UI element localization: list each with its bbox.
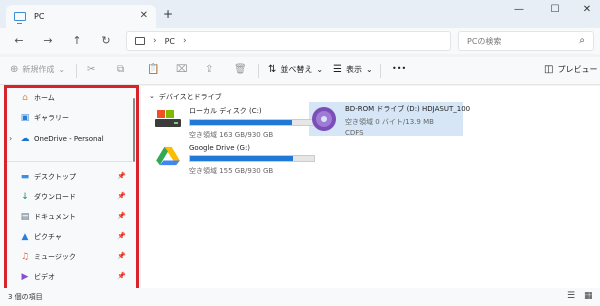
divider bbox=[76, 64, 77, 78]
group-header-devices[interactable]: ⌄ デバイスとドライブ bbox=[149, 92, 222, 102]
hard-disk-icon bbox=[155, 110, 181, 127]
new-button[interactable]: ⊕ 新規作成 ⌄ bbox=[10, 64, 65, 75]
divider bbox=[258, 64, 259, 78]
filesystem-label: CDFS bbox=[345, 129, 364, 137]
free-space: 空き領域 0 バイト/13.9 MB bbox=[345, 118, 434, 126]
tab-title: PC bbox=[34, 12, 45, 21]
address-bar[interactable]: › PC › bbox=[126, 31, 451, 51]
sort-button[interactable]: ⇅ 並べ替え ⌄ bbox=[268, 64, 323, 75]
cut-icon[interactable]: ✂ bbox=[87, 64, 95, 75]
drive-d[interactable]: BD-ROM ドライブ (D:) HDJASUT_100 空き領域 0 バイト/… bbox=[311, 104, 470, 137]
chevron-down-icon: ⌄ bbox=[58, 65, 66, 74]
content-pane: ⌄ デバイスとドライブ ローカル ディスク (C:) 空き領域 163 GB/9… bbox=[141, 86, 600, 288]
monitor-icon bbox=[135, 37, 145, 45]
delete-icon[interactable]: 🗑 bbox=[234, 64, 247, 75]
new-label: 新規作成 bbox=[22, 65, 55, 74]
command-bar: ⊕ 新規作成 ⌄ ✂ ⧉ 📋 ⌧ ⇪ 🗑 ⇅ 並べ替え ⌄ ☰ 表示 ⌄ •••… bbox=[0, 57, 600, 85]
search-icon[interactable]: ⌕ bbox=[579, 35, 585, 46]
annotation-highlight-box bbox=[4, 85, 139, 293]
breadcrumb-chevron-icon[interactable]: › bbox=[183, 36, 187, 46]
divider bbox=[380, 64, 381, 78]
forward-button[interactable]: → bbox=[41, 34, 55, 47]
drive-name: Google Drive (G:) bbox=[189, 144, 251, 152]
capacity-fill bbox=[190, 156, 293, 161]
tiles-view-icon[interactable]: ▦ bbox=[584, 291, 593, 301]
preview-label: プレビュー bbox=[557, 65, 598, 74]
capacity-bar bbox=[189, 119, 315, 126]
free-space: 空き領域 155 GB/930 GB bbox=[189, 167, 274, 175]
paste-icon[interactable]: 📋 bbox=[147, 64, 159, 75]
details-view-icon[interactable]: ☰ bbox=[567, 291, 575, 301]
rename-icon[interactable]: ⌧ bbox=[176, 64, 188, 75]
more-options-button[interactable]: ••• bbox=[392, 64, 406, 73]
capacity-bar bbox=[189, 155, 315, 162]
new-icon: ⊕ bbox=[10, 64, 19, 75]
view-label: 表示 bbox=[345, 65, 362, 74]
search-placeholder: PCの検索 bbox=[467, 36, 502, 46]
chevron-down-icon: ⌄ bbox=[365, 65, 373, 74]
close-window-button[interactable]: ✕ bbox=[580, 4, 594, 15]
drive-c[interactable]: ローカル ディスク (C:) 空き領域 163 GB/930 GB bbox=[155, 106, 315, 140]
maximize-button[interactable]: ☐ bbox=[548, 4, 562, 15]
chevron-down-icon: ⌄ bbox=[316, 65, 324, 74]
up-button[interactable]: ↑ bbox=[70, 34, 84, 47]
free-space: 空き領域 163 GB/930 GB bbox=[189, 131, 274, 139]
sort-icon: ⇅ bbox=[268, 64, 277, 75]
status-bar: 3 個の項目 ☰ ▦ bbox=[0, 288, 600, 306]
view-icon: ☰ bbox=[333, 64, 342, 75]
minimize-button[interactable]: — bbox=[512, 4, 526, 15]
sort-label: 並べ替え bbox=[280, 65, 313, 74]
view-button[interactable]: ☰ 表示 ⌄ bbox=[333, 64, 373, 75]
chevron-down-icon: ⌄ bbox=[149, 92, 155, 100]
title-bar: PC ✕ + — ☐ ✕ bbox=[0, 0, 600, 28]
tab-close-icon[interactable]: ✕ bbox=[140, 10, 148, 21]
item-count: 3 個の項目 bbox=[8, 293, 43, 301]
back-button[interactable]: ← bbox=[12, 34, 26, 47]
copy-icon[interactable]: ⧉ bbox=[117, 64, 124, 75]
share-icon[interactable]: ⇪ bbox=[205, 64, 213, 75]
capacity-fill bbox=[190, 120, 292, 125]
tab-pc[interactable]: PC ✕ bbox=[6, 5, 156, 28]
refresh-button[interactable]: ↻ bbox=[99, 34, 113, 47]
preview-button[interactable]: ◫ プレビュー bbox=[544, 64, 597, 75]
breadcrumb-chevron-icon[interactable]: › bbox=[153, 36, 157, 46]
pc-icon bbox=[14, 12, 26, 24]
preview-pane-icon: ◫ bbox=[544, 64, 554, 75]
breadcrumb-pc[interactable]: PC bbox=[165, 37, 175, 46]
new-tab-button[interactable]: + bbox=[163, 7, 173, 21]
group-title: デバイスとドライブ bbox=[158, 93, 222, 101]
drive-name: BD-ROM ドライブ (D:) HDJASUT_100 bbox=[345, 105, 471, 113]
google-drive-icon bbox=[156, 146, 180, 166]
navigation-bar: ← → ↑ ↻ › PC › PCの検索 ⌕ bbox=[0, 28, 600, 54]
bd-rom-icon bbox=[312, 107, 336, 131]
drive-name: ローカル ディスク (C:) bbox=[189, 107, 262, 115]
drive-g[interactable]: Google Drive (G:) 空き領域 155 GB/930 GB bbox=[155, 144, 315, 176]
search-box[interactable]: PCの検索 ⌕ bbox=[458, 31, 594, 51]
